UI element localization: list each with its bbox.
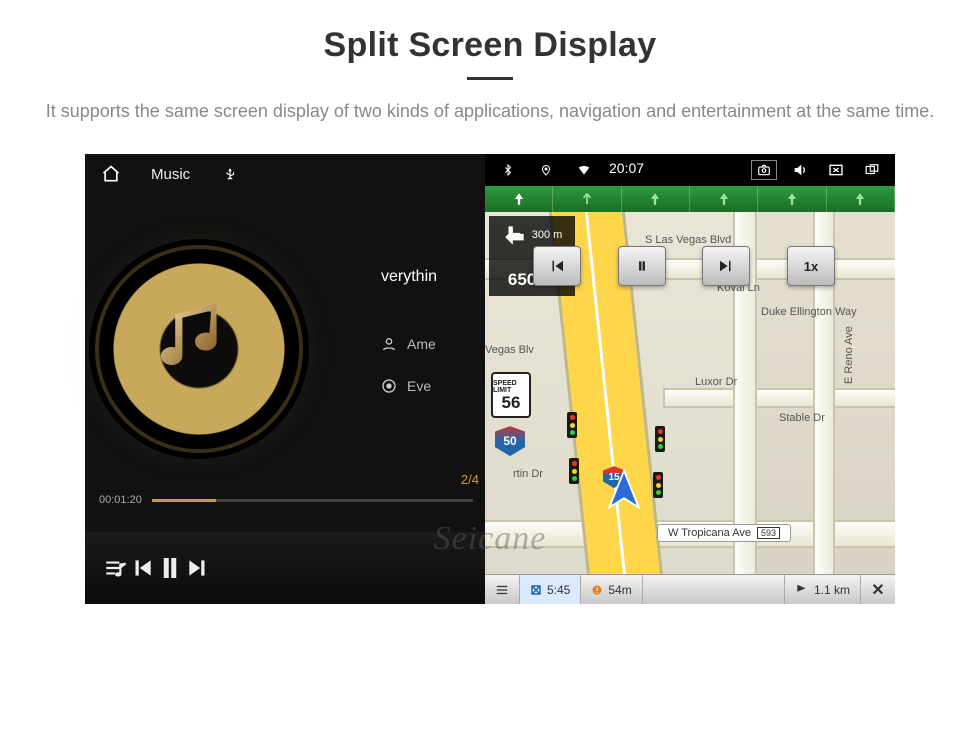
- lane-arrow: [827, 186, 895, 212]
- street-label: Duke Ellington Way: [761, 306, 857, 318]
- lane-arrow: [622, 186, 690, 212]
- street-label: Vegas Blv: [485, 344, 534, 356]
- artist-row: Ame: [381, 336, 436, 352]
- nav-position-arrow: [602, 467, 646, 516]
- nav-prev-button[interactable]: [533, 246, 581, 286]
- queue-icon[interactable]: [103, 555, 129, 581]
- status-time: 20:07: [609, 160, 644, 180]
- nav-eta[interactable]: 5:45: [520, 575, 581, 604]
- right-pane: 20:07: [485, 154, 895, 604]
- lane-arrow: [485, 186, 553, 212]
- nav-close-button[interactable]: ✕: [861, 580, 895, 600]
- street-label: E Reno Ave: [843, 326, 855, 384]
- device-stage: Music verythin: [85, 154, 895, 604]
- speed-limit-sign: SPEED LIMIT 56: [491, 372, 531, 418]
- user-icon: [381, 336, 397, 352]
- album-row: Eve: [381, 378, 431, 394]
- street-label: S Las Vegas Blvd: [645, 234, 731, 246]
- album-art: [99, 249, 299, 449]
- pause-icon[interactable]: [155, 553, 185, 583]
- nav-menu-button[interactable]: [485, 575, 520, 604]
- camera-icon[interactable]: [751, 160, 777, 180]
- title-underline: [467, 77, 513, 80]
- traffic-light-icon: [653, 472, 663, 498]
- home-icon[interactable]: [101, 164, 121, 184]
- prev-icon[interactable]: [129, 555, 155, 581]
- nav-speed-button[interactable]: 1x: [787, 246, 835, 286]
- turn-next-distance: 300 m: [532, 229, 563, 241]
- progress-bar[interactable]: [152, 499, 473, 502]
- wifi-icon[interactable]: [571, 160, 597, 180]
- next-icon[interactable]: [185, 555, 211, 581]
- close-app-icon[interactable]: [823, 160, 849, 180]
- traffic-light-icon: [569, 458, 579, 484]
- album-name: Eve: [407, 378, 431, 394]
- music-topbar-title: Music: [151, 166, 190, 183]
- time-elapsed: 00:01:20: [99, 494, 142, 506]
- artist-name: Ame: [407, 336, 436, 352]
- traffic-light-icon: [567, 412, 577, 438]
- nav-alert-distance[interactable]: 54m: [581, 575, 642, 604]
- nav-dest-distance[interactable]: 1.1 km: [785, 575, 861, 604]
- track-title: verythin: [381, 268, 437, 286]
- lane-arrow: [758, 186, 826, 212]
- music-pane: Music verythin: [85, 154, 485, 604]
- current-street-pill: W Tropicana Ave 593: [657, 524, 791, 542]
- music-controls: [85, 532, 485, 604]
- progress-row: 00:01:20: [99, 494, 473, 506]
- lane-guidance: [485, 186, 895, 212]
- page-description: It supports the same screen display of t…: [0, 98, 980, 124]
- nav-next-button[interactable]: [702, 246, 750, 286]
- music-topbar: Music: [85, 154, 485, 194]
- street-label: rtin Dr: [513, 468, 543, 480]
- volume-icon[interactable]: [787, 160, 813, 180]
- music-note-icon: [150, 298, 240, 388]
- lane-arrow: [553, 186, 621, 212]
- page-title: Split Screen Display: [0, 26, 980, 65]
- street-label: Stable Dr: [779, 412, 825, 424]
- split-icon[interactable]: [859, 160, 885, 180]
- disc-icon: [381, 378, 397, 394]
- nav-bottom-bar: 5:45 54m 1.1 km ✕: [485, 574, 895, 604]
- usb-icon[interactable]: [220, 165, 240, 183]
- nav-media-controls: 1x: [533, 246, 835, 286]
- track-counter: 2/4: [461, 472, 479, 487]
- traffic-light-icon: [655, 426, 665, 452]
- street-label: Luxor Dr: [695, 376, 737, 388]
- status-bar: 20:07: [485, 154, 895, 186]
- turn-left-icon: [502, 222, 528, 248]
- gps-pin-icon[interactable]: [533, 160, 559, 180]
- lane-arrow: [690, 186, 758, 212]
- nav-pause-button[interactable]: [618, 246, 666, 286]
- bluetooth-icon[interactable]: [495, 160, 521, 180]
